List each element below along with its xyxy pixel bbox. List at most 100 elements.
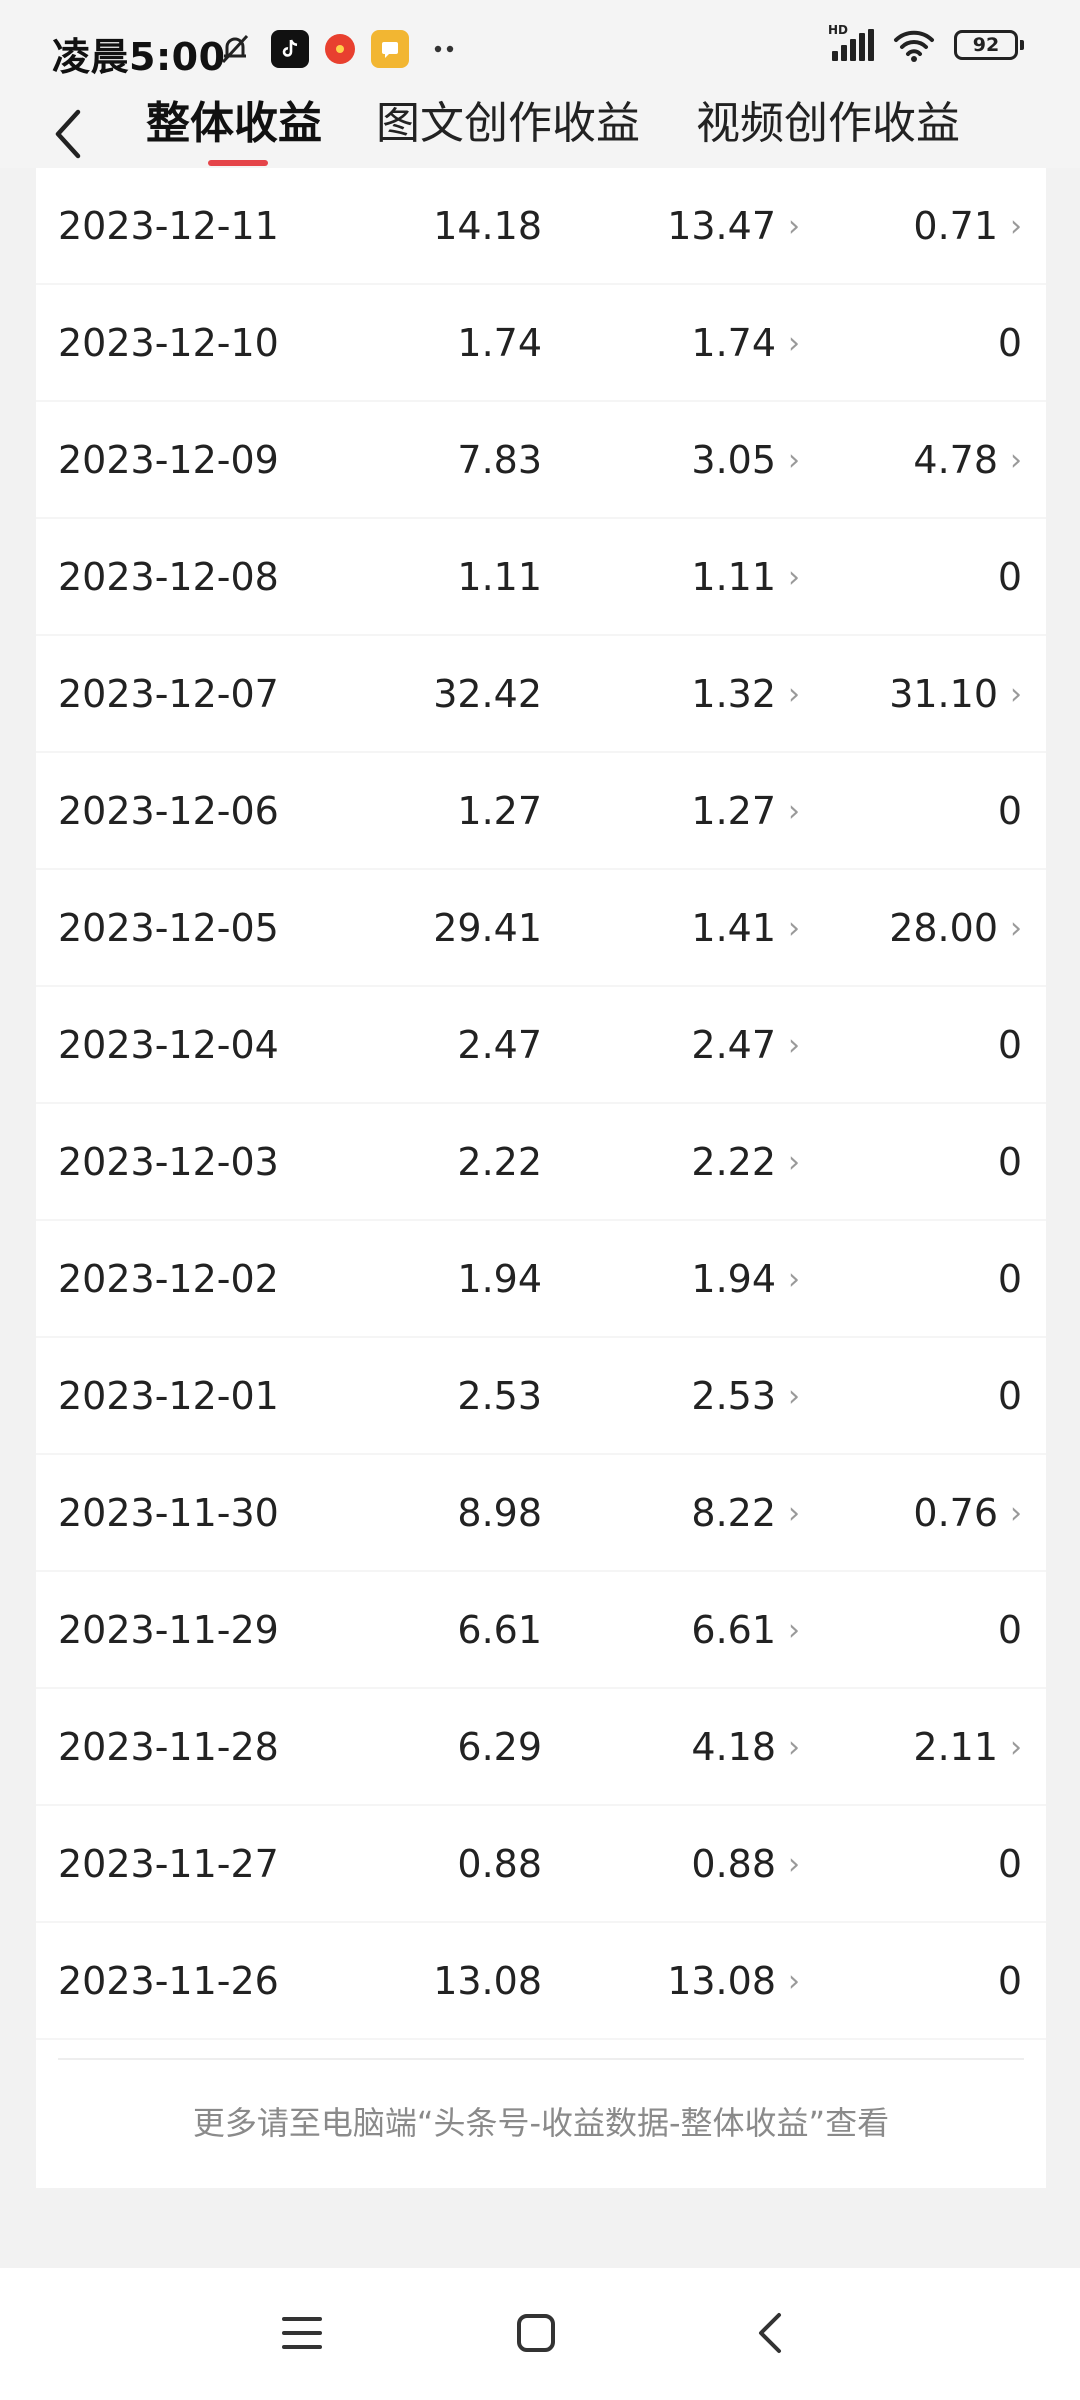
chevron-right-icon[interactable]: › bbox=[1010, 636, 1022, 753]
row-date: 2023-12-01 bbox=[58, 1374, 279, 1418]
row-article-income[interactable]: 2.53 bbox=[691, 1338, 776, 1455]
chevron-right-icon[interactable]: › bbox=[788, 168, 800, 285]
row-article-income[interactable]: 13.08 bbox=[667, 1923, 776, 2040]
row-date: 2023-11-26 bbox=[58, 1959, 279, 2003]
row-video-income: 0 bbox=[997, 1374, 1022, 1418]
chevron-right-icon[interactable]: › bbox=[788, 1806, 800, 1923]
row-video-income: 0 bbox=[997, 1023, 1022, 1067]
row-total-income: 1.11 bbox=[457, 555, 542, 599]
row-date: 2023-11-27 bbox=[58, 1842, 279, 1886]
table-row: 2023-11-28 6.29 4.18 › 2.11 › bbox=[36, 1689, 1046, 1806]
row-article-income[interactable]: 0.88 bbox=[691, 1806, 776, 1923]
row-article-income[interactable]: 8.22 bbox=[691, 1455, 776, 1572]
income-table: 2023-12-11 14.18 13.47 › 0.71 › 2023-12-10 1.74… bbox=[36, 168, 1046, 2188]
row-date: 2023-11-30 bbox=[58, 1491, 279, 1535]
row-article-income[interactable]: 1.94 bbox=[691, 1221, 776, 1338]
back-chevron-icon bbox=[55, 109, 81, 159]
tab-article-income[interactable]: 图文创作收益 bbox=[376, 96, 640, 156]
chevron-right-icon[interactable]: › bbox=[788, 1923, 800, 2040]
row-video-income: 0 bbox=[997, 321, 1022, 365]
row-date: 2023-12-06 bbox=[58, 789, 279, 833]
chevron-right-icon[interactable]: › bbox=[788, 1338, 800, 1455]
row-video-income[interactable]: 2.11 bbox=[913, 1689, 998, 1806]
row-total-income: 1.27 bbox=[457, 789, 542, 833]
back-button[interactable] bbox=[40, 102, 96, 166]
chevron-right-icon[interactable]: › bbox=[788, 636, 800, 753]
table-row: 2023-12-10 1.74 1.74 › 0 bbox=[36, 285, 1046, 402]
status-bar: 凌晨5:00 HD 92 bbox=[0, 0, 1080, 96]
chevron-right-icon[interactable]: › bbox=[788, 1221, 800, 1338]
chevron-right-icon[interactable]: › bbox=[1010, 402, 1022, 519]
row-article-income[interactable]: 6.61 bbox=[691, 1572, 776, 1689]
row-total-income: 13.08 bbox=[433, 1959, 542, 2003]
row-video-income[interactable]: 31.10 bbox=[889, 636, 998, 753]
tab-video-income[interactable]: 视频创作收益 bbox=[696, 96, 960, 156]
row-date: 2023-12-09 bbox=[58, 438, 279, 482]
row-video-income: 0 bbox=[997, 1257, 1022, 1301]
row-video-income: 0 bbox=[997, 1959, 1022, 2003]
table-row: 2023-11-30 8.98 8.22 › 0.76 › bbox=[36, 1455, 1046, 1572]
table-row: 2023-12-03 2.22 2.22 › 0 bbox=[36, 1104, 1046, 1221]
row-total-income: 32.42 bbox=[433, 672, 542, 716]
row-article-income[interactable]: 13.47 bbox=[667, 168, 776, 285]
row-article-income[interactable]: 1.11 bbox=[691, 519, 776, 636]
status-right-icons: HD 92 bbox=[828, 23, 1024, 62]
chevron-right-icon[interactable]: › bbox=[788, 753, 800, 870]
row-video-income[interactable]: 28.00 bbox=[889, 870, 998, 987]
row-total-income: 0.88 bbox=[457, 1842, 542, 1886]
row-article-income[interactable]: 2.22 bbox=[691, 1104, 776, 1221]
row-article-income[interactable]: 3.05 bbox=[691, 402, 776, 519]
row-total-income: 8.98 bbox=[457, 1491, 542, 1535]
row-total-income: 2.22 bbox=[457, 1140, 542, 1184]
table-row: 2023-12-09 7.83 3.05 › 4.78 › bbox=[36, 402, 1046, 519]
menu-button[interactable] bbox=[262, 2298, 342, 2368]
table-row: 2023-11-27 0.88 0.88 › 0 bbox=[36, 1806, 1046, 1923]
row-date: 2023-12-10 bbox=[58, 321, 279, 365]
row-video-income: 0 bbox=[997, 1608, 1022, 1652]
row-video-income[interactable]: 4.78 bbox=[913, 402, 998, 519]
chevron-right-icon[interactable]: › bbox=[1010, 168, 1022, 285]
row-date: 2023-12-08 bbox=[58, 555, 279, 599]
row-article-income[interactable]: 2.47 bbox=[691, 987, 776, 1104]
chevron-right-icon[interactable]: › bbox=[1010, 1455, 1022, 1572]
row-date: 2023-12-05 bbox=[58, 906, 279, 950]
table-row: 2023-12-08 1.11 1.11 › 0 bbox=[36, 519, 1046, 636]
home-button[interactable] bbox=[496, 2298, 576, 2368]
table-row: 2023-12-07 32.42 1.32 › 31.10 › bbox=[36, 636, 1046, 753]
row-article-income[interactable]: 1.74 bbox=[691, 285, 776, 402]
signal-icon: HD bbox=[828, 23, 874, 61]
row-article-income[interactable]: 1.27 bbox=[691, 753, 776, 870]
chevron-right-icon[interactable]: › bbox=[788, 987, 800, 1104]
row-total-income: 14.18 bbox=[433, 204, 542, 248]
back-chevron-icon bbox=[759, 2313, 781, 2353]
chevron-right-icon[interactable]: › bbox=[788, 1104, 800, 1221]
menu-icon bbox=[282, 2317, 322, 2349]
active-tab-indicator bbox=[208, 160, 268, 166]
status-left-icons bbox=[215, 30, 465, 68]
header-tabs: 整体收益 图文创作收益 视频创作收益 bbox=[0, 96, 1080, 168]
row-video-income: 0 bbox=[997, 555, 1022, 599]
row-video-income[interactable]: 0.71 bbox=[913, 168, 998, 285]
chevron-right-icon[interactable]: › bbox=[788, 870, 800, 987]
chevron-right-icon[interactable]: › bbox=[788, 1455, 800, 1572]
row-article-income[interactable]: 1.32 bbox=[691, 636, 776, 753]
network-label: HD bbox=[828, 23, 849, 37]
chevron-right-icon[interactable]: › bbox=[1010, 870, 1022, 987]
row-date: 2023-12-03 bbox=[58, 1140, 279, 1184]
nav-back-button[interactable] bbox=[730, 2298, 810, 2368]
row-date: 2023-11-29 bbox=[58, 1608, 279, 1652]
row-article-income[interactable]: 4.18 bbox=[691, 1689, 776, 1806]
chevron-right-icon[interactable]: › bbox=[1010, 1689, 1022, 1806]
tiktok-icon bbox=[271, 30, 309, 68]
chevron-right-icon[interactable]: › bbox=[788, 402, 800, 519]
row-video-income[interactable]: 0.76 bbox=[913, 1455, 998, 1572]
tab-overall-income[interactable]: 整体收益 bbox=[146, 96, 322, 156]
footer-note: 更多请至电脑端“头条号-收益数据-整体收益”查看 bbox=[192, 2104, 890, 2142]
chevron-right-icon[interactable]: › bbox=[788, 1572, 800, 1689]
chevron-right-icon[interactable]: › bbox=[788, 1689, 800, 1806]
row-article-income[interactable]: 1.41 bbox=[691, 870, 776, 987]
chevron-right-icon[interactable]: › bbox=[788, 519, 800, 636]
row-date: 2023-12-04 bbox=[58, 1023, 279, 1067]
row-total-income: 1.74 bbox=[457, 321, 542, 365]
chevron-right-icon[interactable]: › bbox=[788, 285, 800, 402]
